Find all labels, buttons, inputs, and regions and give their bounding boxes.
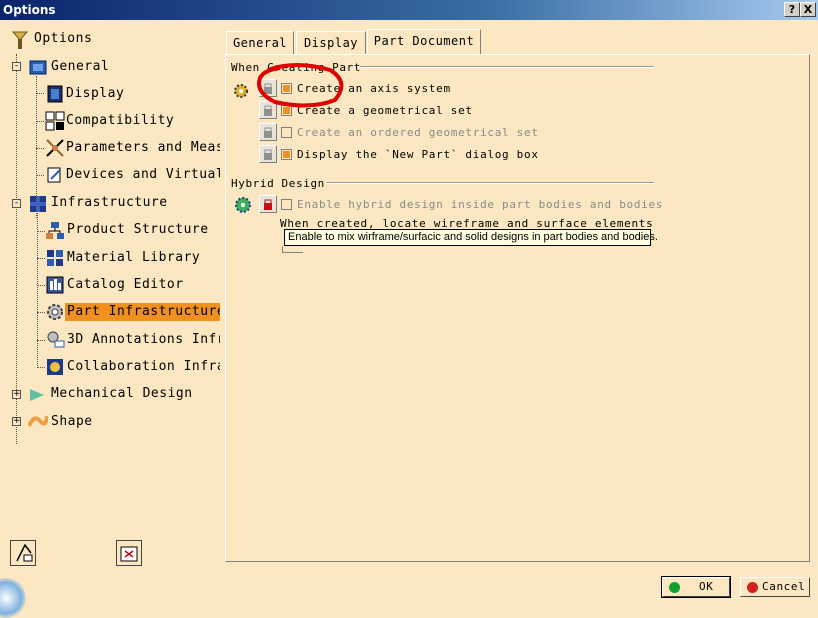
expander-mechanical-design[interactable]: + bbox=[12, 390, 21, 399]
tree-item-material-library[interactable]: Material Library bbox=[65, 249, 202, 267]
cancel-icon bbox=[747, 582, 758, 593]
reset-options-button[interactable] bbox=[10, 540, 36, 566]
annotations-icon bbox=[45, 329, 65, 349]
product-structure-icon bbox=[45, 221, 65, 241]
ok-icon bbox=[669, 582, 680, 593]
corner-logo bbox=[0, 578, 26, 618]
parameters-icon bbox=[45, 138, 65, 158]
tree-item-devices[interactable]: Devices and Virtual bbox=[64, 166, 220, 184]
infrastructure-icon bbox=[28, 194, 48, 214]
window-title: Options bbox=[3, 3, 56, 17]
red-circle-annotation bbox=[257, 63, 344, 108]
expander-infrastructure[interactable]: - bbox=[12, 199, 21, 208]
tree-item-part-infrastructure[interactable]: Part Infrastructure bbox=[65, 303, 220, 321]
tree-item-infrastructure[interactable]: Infrastructure bbox=[49, 194, 170, 212]
devices-icon bbox=[45, 165, 65, 185]
options-root-icon bbox=[10, 30, 30, 50]
tree-line bbox=[37, 312, 45, 313]
hybrid-design-tooltip: Enable to mix wirframe/surfacic and soli… bbox=[284, 229, 658, 246]
section-divider bbox=[326, 182, 654, 184]
material-library-icon bbox=[45, 248, 65, 268]
tree-line bbox=[37, 231, 45, 232]
compatibility-icon bbox=[45, 111, 65, 131]
tree-item-general[interactable]: General bbox=[49, 58, 111, 76]
tree-item-mechanical-design[interactable]: Mechanical Design bbox=[49, 385, 195, 403]
tab-part-document[interactable]: Part Document bbox=[367, 29, 481, 55]
mechanical-design-icon bbox=[28, 385, 48, 405]
tree-item-shape[interactable]: Shape bbox=[49, 413, 95, 431]
tree-item-collaboration[interactable]: Collaboration Infra bbox=[65, 358, 220, 376]
enable-hybrid-design-checkbox[interactable] bbox=[281, 199, 292, 210]
cancel-button-label: Cancel bbox=[762, 580, 806, 593]
options-tree: Options - General Display Compatibility … bbox=[8, 28, 220, 530]
close-button[interactable]: X bbox=[800, 2, 816, 17]
shape-icon bbox=[27, 412, 49, 432]
display-icon bbox=[45, 84, 65, 104]
lock-icon[interactable] bbox=[259, 195, 277, 213]
tree-item-display[interactable]: Display bbox=[64, 85, 126, 103]
tree-item-3d-annotations[interactable]: 3D Annotations Infr bbox=[65, 331, 220, 349]
catalog-editor-icon bbox=[45, 275, 65, 295]
create-ordered-geometrical-set-label: Create an ordered geometrical set bbox=[297, 126, 539, 139]
gear-icon bbox=[232, 81, 252, 101]
expander-general[interactable]: - bbox=[12, 62, 21, 71]
lock-options-button[interactable] bbox=[116, 540, 142, 566]
section-divider bbox=[360, 66, 654, 68]
hidden-control-edge bbox=[282, 246, 303, 253]
tab-general[interactable]: General bbox=[226, 31, 294, 54]
hybrid-gear-icon bbox=[233, 195, 253, 215]
enable-hybrid-design-label: Enable hybrid design inside part bodies … bbox=[297, 198, 664, 211]
tree-line bbox=[37, 213, 38, 368]
collaboration-icon bbox=[45, 357, 65, 377]
display-new-part-dialog-label: Display the `New Part` dialog box bbox=[297, 148, 539, 161]
ok-button[interactable]: OK bbox=[661, 576, 731, 598]
part-infrastructure-icon bbox=[45, 302, 65, 322]
tree-line bbox=[36, 175, 44, 176]
tree-line bbox=[37, 340, 45, 341]
lock-icon[interactable] bbox=[259, 123, 277, 141]
help-button[interactable]: ? bbox=[784, 2, 800, 17]
general-icon bbox=[28, 58, 48, 78]
tree-item-compatibility[interactable]: Compatibility bbox=[64, 112, 176, 130]
create-ordered-geometrical-set-checkbox[interactable] bbox=[281, 127, 292, 138]
tree-line bbox=[16, 54, 17, 444]
ok-button-label: OK bbox=[699, 580, 714, 593]
hybrid-design-title: Hybrid Design bbox=[231, 177, 325, 190]
tree-item-product-structure[interactable]: Product Structure bbox=[65, 221, 211, 239]
lock-icon[interactable] bbox=[259, 145, 277, 163]
tree-item-options[interactable]: Options bbox=[32, 30, 94, 48]
tree-line bbox=[36, 121, 44, 122]
tree-line bbox=[37, 258, 45, 259]
tab-display[interactable]: Display bbox=[296, 31, 366, 54]
display-new-part-dialog-checkbox[interactable] bbox=[281, 149, 292, 160]
cancel-button[interactable]: Cancel bbox=[740, 577, 810, 597]
tree-line bbox=[37, 285, 45, 286]
tree-item-catalog-editor[interactable]: Catalog Editor bbox=[65, 276, 186, 294]
window-title-bar[interactable]: Options bbox=[0, 0, 818, 20]
expander-shape[interactable]: + bbox=[12, 417, 21, 426]
tree-item-parameters[interactable]: Parameters and Meas bbox=[64, 139, 220, 157]
tree-line bbox=[36, 148, 44, 149]
tree-line bbox=[36, 93, 44, 94]
tree-line bbox=[37, 367, 45, 368]
